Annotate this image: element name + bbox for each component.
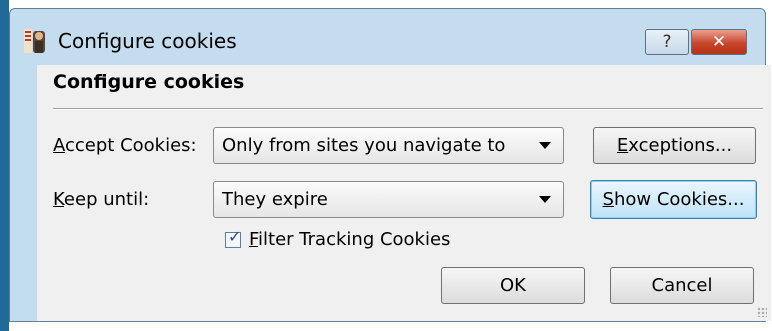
resize-grip[interactable]: [757, 307, 767, 317]
accept-cookies-label: Accept Cookies:: [53, 135, 197, 156]
checkmark-icon: ✓: [228, 227, 242, 246]
accept-cookies-select[interactable]: Only from sites you navigate to: [213, 127, 564, 164]
divider: [53, 108, 763, 110]
chevron-down-icon: [539, 142, 551, 149]
title-bar[interactable]: Configure cookies ? ✕: [10, 9, 765, 65]
show-cookies-button[interactable]: Show Cookies...: [590, 180, 757, 219]
configure-cookies-dialog: Configure cookies ? ✕ Configure cookies …: [9, 8, 771, 322]
keep-until-value: They expire: [222, 189, 328, 210]
section-title: Configure cookies: [53, 71, 245, 93]
close-icon: ✕: [711, 32, 727, 52]
cancel-button[interactable]: Cancel: [610, 267, 754, 304]
help-button[interactable]: ?: [645, 29, 689, 55]
app-icon: [24, 29, 45, 53]
background-window-edge: [0, 0, 9, 331]
keep-until-select[interactable]: They expire: [213, 181, 564, 218]
help-icon: ?: [662, 32, 672, 52]
ok-button[interactable]: OK: [441, 267, 585, 304]
filter-tracking-checkbox[interactable]: ✓: [225, 227, 242, 248]
chevron-down-icon: [539, 196, 551, 203]
exceptions-button[interactable]: Exceptions...: [593, 127, 756, 164]
filter-tracking-label[interactable]: Filter Tracking Cookies: [249, 229, 450, 250]
window-title: Configure cookies: [58, 29, 237, 53]
dialog-body: Configure cookies Accept Cookies: Only f…: [37, 65, 771, 321]
close-button[interactable]: ✕: [691, 29, 747, 55]
accept-cookies-value: Only from sites you navigate to: [222, 135, 506, 156]
keep-until-label: Keep until:: [53, 189, 150, 210]
